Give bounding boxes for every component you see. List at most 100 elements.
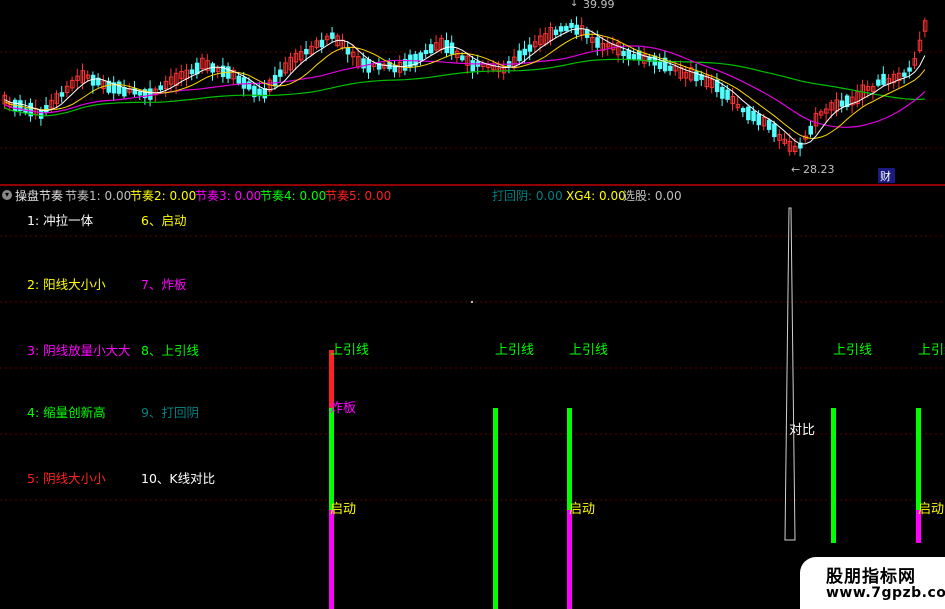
candle-body: [902, 72, 907, 77]
indicator-value-1: 节奏1: 0.00: [65, 189, 132, 203]
signal-label-qidong: 启动: [918, 502, 944, 517]
candle-body: [189, 69, 195, 75]
watermark-url: www.7gpzb.com: [826, 585, 945, 601]
indicator-value-8: 选股: 0.00: [623, 189, 682, 203]
legend-item-right-5: 10、K线对比: [141, 471, 216, 486]
candle-body: [148, 88, 153, 100]
candle-body: [626, 49, 631, 60]
high-price-arrow: ↓: [570, 0, 578, 9]
candlestick-price-chart[interactable]: 39.99 ↓ ← 28.23 财: [0, 0, 945, 186]
legend-item-left-5: 5: 阴线大小小: [27, 471, 106, 486]
candle-body: [90, 74, 96, 86]
candle-body: [746, 106, 751, 121]
candle-body: [907, 67, 912, 72]
candle-body: [584, 29, 590, 38]
candle-body: [668, 65, 673, 71]
signal-bar-shangyinxian: [916, 408, 921, 510]
signal-bar-shangyinxian: [567, 408, 572, 510]
candle-body: [766, 119, 772, 130]
watermark-title: 股朋指标网: [826, 567, 916, 587]
candle-body: [194, 62, 200, 75]
candle-body: [751, 110, 756, 122]
stock-chart-window: 39.99 ↓ ← 28.23 财 ▾ 操盘节奏 节奏1: 0.00 节奏2: 0…: [0, 0, 945, 609]
signal-bar-qidong: [567, 510, 572, 609]
low-price-label: 28.23: [803, 163, 835, 176]
signal-label-shangyinxian: 上引线: [330, 343, 369, 358]
candle-body: [772, 123, 777, 138]
signal-label-duibi: 对比: [789, 423, 815, 438]
legend-item-right-2: 7、炸板: [141, 277, 187, 292]
candle-body: [756, 113, 761, 126]
candle-body: [527, 44, 533, 52]
candle-body: [574, 24, 579, 35]
ma20-line: [4, 45, 926, 128]
signal-label-qidong: 启动: [330, 502, 356, 517]
finance-badge-label: 财: [880, 169, 891, 183]
legend-item-left-2: 2: 阳线大小小: [27, 277, 106, 292]
candle-body: [38, 109, 44, 119]
candle-body: [423, 50, 429, 55]
indicator-value-5: 节奏5: 0.00: [325, 189, 392, 203]
indicator-value-3: 节奏3: 0.00: [195, 189, 262, 203]
candle-body: [720, 86, 725, 99]
candle-body: [595, 37, 600, 48]
indicator-value-7: XG4: 0.00: [566, 189, 626, 203]
candles-group: [2, 16, 928, 157]
signal-bar-zhaban: [329, 350, 334, 408]
low-price-arrow: ←: [791, 163, 800, 176]
candle-body: [522, 48, 527, 56]
legend-item-right-3: 8、上引线: [141, 343, 199, 358]
ma5-line: [4, 28, 926, 145]
candle-body: [631, 54, 637, 60]
candle-body: [59, 92, 65, 97]
candle-body: [241, 77, 247, 89]
indicator-value-6: 打回阴: 0.00: [492, 189, 563, 203]
indicator-name[interactable]: 操盘节奏: [15, 188, 63, 204]
candle-body: [558, 26, 564, 32]
candle-body: [428, 44, 434, 54]
candle-body: [304, 48, 309, 55]
candle-body: [460, 55, 465, 61]
candle-body: [345, 47, 351, 55]
candle-body: [272, 74, 278, 87]
indicator-value-4: 节奏4: 0.00: [260, 189, 327, 203]
candle-body: [621, 50, 626, 57]
high-price-label: 39.99: [583, 0, 615, 11]
candle-body: [278, 69, 283, 77]
collapse-icon[interactable]: ▾: [2, 190, 12, 200]
candle-body: [418, 52, 423, 61]
candle-body: [262, 88, 267, 99]
candle-body: [740, 108, 746, 113]
legend-item-left-1: 1: 冲拉一体: [27, 213, 94, 228]
candle-body: [137, 91, 143, 96]
candle-body: [725, 89, 730, 100]
candle-body: [553, 29, 559, 36]
candle-body: [876, 79, 881, 86]
candle-body: [330, 32, 335, 39]
signal-bar-shangyinxian: [493, 408, 498, 609]
candle-body: [122, 87, 127, 97]
legend-item-right-4: 9、打回阴: [141, 405, 199, 420]
signal-bar-qidong: [329, 510, 334, 609]
signal-label-zhaban: 炸板: [330, 401, 356, 416]
legend-item-left-3: 3: 阴线放量小大大: [27, 343, 131, 358]
candle-body: [449, 42, 455, 55]
candle-body: [569, 22, 574, 28]
candle-body: [257, 88, 262, 97]
signal-label-shangyinxian: 上引线: [495, 343, 534, 358]
signal-bar-duibi: [784, 207, 796, 541]
candle-body: [470, 60, 475, 72]
ma10-line: [4, 33, 926, 139]
signal-label-shangyinxian: 上引线: [569, 343, 608, 358]
stray-dot: [471, 301, 473, 303]
candle-body: [636, 50, 642, 61]
candle-body: [319, 39, 325, 48]
candle-body: [366, 59, 371, 73]
candle-body: [517, 50, 522, 62]
candle-body: [158, 85, 163, 91]
signal-label-shangyinxian: 上引线: [833, 343, 872, 358]
candle-body: [116, 81, 122, 94]
legend-item-right-1: 6、启动: [141, 213, 187, 228]
candle-body: [881, 73, 886, 85]
indicator-value-2: 节奏2: 0.00: [130, 189, 197, 203]
